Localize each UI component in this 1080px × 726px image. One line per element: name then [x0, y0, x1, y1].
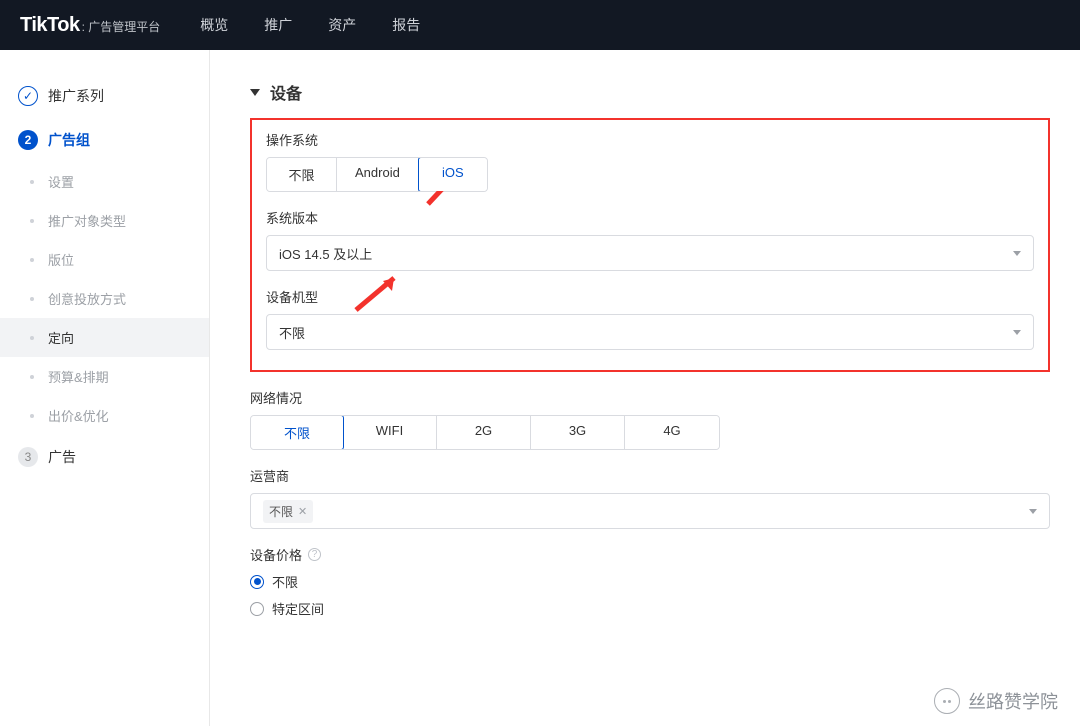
- sidebar-step-ad[interactable]: 3 广告: [0, 435, 209, 479]
- info-icon[interactable]: ?: [308, 548, 321, 561]
- chevron-down-icon: [1013, 251, 1021, 256]
- radio-icon: [250, 602, 264, 616]
- field-price: 设备价格 ? 不限 特定区间: [250, 545, 1050, 618]
- sidebar-sub-targeting[interactable]: 定向: [0, 318, 209, 357]
- field-label-price: 设备价格 ?: [250, 545, 1050, 564]
- section-header[interactable]: 设备: [250, 80, 1050, 104]
- sidebar-sub-creative[interactable]: 创意投放方式: [0, 279, 209, 318]
- sidebar: ✓ 推广系列 2 广告组 设置 推广对象类型 版位 创意投放方式 定向 预算&排…: [0, 50, 210, 726]
- step-number-icon: 3: [18, 447, 38, 467]
- price-option-any[interactable]: 不限: [250, 572, 1050, 591]
- network-option-4g[interactable]: 4G: [625, 416, 719, 449]
- watermark-text: 丝路赞学院: [968, 688, 1058, 714]
- field-label-os: 操作系统: [266, 130, 1034, 149]
- topnav-promote[interactable]: 推广: [264, 15, 292, 35]
- carrier-tag-label: 不限: [269, 503, 293, 520]
- content-area: 设备 操作系统 不限 Android iOS 系统版本 iOS 14.5 及以上: [210, 50, 1080, 726]
- network-option-3g[interactable]: 3G: [531, 416, 625, 449]
- field-carrier: 运营商 不限 ✕: [250, 466, 1050, 529]
- sidebar-sub-objecttype[interactable]: 推广对象类型: [0, 201, 209, 240]
- topnav-overview[interactable]: 概览: [200, 15, 228, 35]
- field-label-network: 网络情况: [250, 388, 1050, 407]
- field-version: 系统版本 iOS 14.5 及以上: [266, 208, 1034, 271]
- step-label: 广告组: [48, 130, 90, 150]
- sidebar-step-adgroup[interactable]: 2 广告组: [0, 118, 209, 162]
- version-value: iOS 14.5 及以上: [279, 244, 372, 263]
- section-title: 设备: [270, 80, 302, 104]
- network-option-any[interactable]: 不限: [250, 415, 344, 450]
- chevron-down-icon: [1029, 509, 1037, 514]
- field-os: 操作系统 不限 Android iOS: [266, 130, 1034, 192]
- watermark: 丝路赞学院: [934, 688, 1058, 714]
- sidebar-sub-placement[interactable]: 版位: [0, 240, 209, 279]
- top-navigation: TikTok : 广告管理平台 概览 推广 资产 报告: [0, 0, 1080, 50]
- wechat-icon: [934, 688, 960, 714]
- os-option-any[interactable]: 不限: [267, 158, 337, 191]
- step-number-icon: 2: [18, 130, 38, 150]
- price-option-range[interactable]: 特定区间: [250, 599, 1050, 618]
- brand-subtitle: : 广告管理平台: [82, 18, 161, 35]
- radio-label: 特定区间: [272, 599, 324, 618]
- field-network: 网络情况 不限 WIFI 2G 3G 4G: [250, 388, 1050, 450]
- field-model: 设备机型 不限: [266, 287, 1034, 350]
- brand-logo: TikTok: [20, 14, 80, 37]
- check-icon: ✓: [18, 86, 38, 106]
- step-label: 推广系列: [48, 86, 104, 106]
- carrier-tag: 不限 ✕: [263, 500, 313, 523]
- tag-remove-icon[interactable]: ✕: [298, 505, 307, 518]
- field-label-version: 系统版本: [266, 208, 1034, 227]
- field-label-model: 设备机型: [266, 287, 1034, 306]
- os-option-android[interactable]: Android: [337, 158, 419, 191]
- sidebar-sub-bid[interactable]: 出价&优化: [0, 396, 209, 435]
- os-option-ios[interactable]: iOS: [418, 157, 488, 192]
- model-select[interactable]: 不限: [266, 314, 1034, 350]
- annotation-highlight-box: 操作系统 不限 Android iOS 系统版本 iOS 14.5 及以上: [250, 118, 1050, 372]
- topnav-assets[interactable]: 资产: [328, 15, 356, 35]
- network-option-2g[interactable]: 2G: [437, 416, 531, 449]
- radio-icon: [250, 575, 264, 589]
- model-value: 不限: [279, 323, 305, 342]
- version-select[interactable]: iOS 14.5 及以上: [266, 235, 1034, 271]
- field-label-carrier: 运营商: [250, 466, 1050, 485]
- brand: TikTok : 广告管理平台: [20, 14, 160, 37]
- carrier-select[interactable]: 不限 ✕: [250, 493, 1050, 529]
- topnav: 概览 推广 资产 报告: [200, 15, 420, 35]
- topnav-reports[interactable]: 报告: [392, 15, 420, 35]
- caret-down-icon: [250, 89, 260, 96]
- network-segmented: 不限 WIFI 2G 3G 4G: [250, 415, 720, 450]
- chevron-down-icon: [1013, 330, 1021, 335]
- radio-label: 不限: [272, 572, 298, 591]
- os-segmented: 不限 Android iOS: [266, 157, 488, 192]
- sidebar-sub-settings[interactable]: 设置: [0, 162, 209, 201]
- network-option-wifi[interactable]: WIFI: [343, 416, 437, 449]
- sidebar-sub-budget[interactable]: 预算&排期: [0, 357, 209, 396]
- sidebar-step-campaign[interactable]: ✓ 推广系列: [0, 74, 209, 118]
- step-label: 广告: [48, 447, 76, 467]
